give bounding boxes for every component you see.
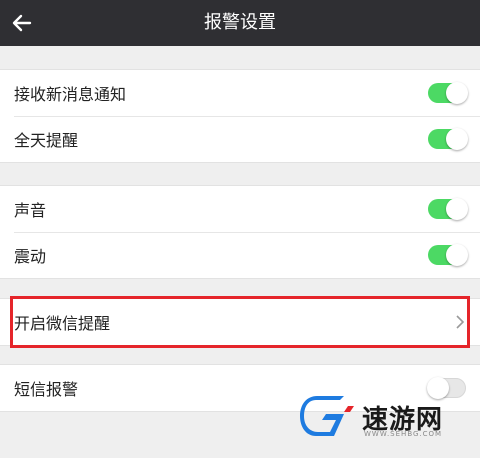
settings-group-alerts: 声音 震动 <box>0 185 480 279</box>
chevron-right-icon <box>456 315 465 329</box>
watermark-url: WWW.SEHBG.COM <box>364 430 443 438</box>
setting-label: 全天提醒 <box>14 131 79 150</box>
toggle-knob <box>446 198 468 220</box>
vibration-toggle[interactable] <box>428 244 468 266</box>
all-day-reminder-toggle[interactable] <box>428 128 468 150</box>
setting-row-wechat-reminder[interactable]: 开启微信提醒 <box>0 299 480 345</box>
top-bar: 报警设置 <box>0 0 480 46</box>
setting-label: 震动 <box>14 247 47 266</box>
setting-row-all-day-reminder[interactable]: 全天提醒 <box>0 116 480 162</box>
setting-row-vibration[interactable]: 震动 <box>0 232 480 278</box>
toggle-knob <box>446 244 468 266</box>
setting-label: 声音 <box>14 201 47 220</box>
toggle-knob <box>446 128 468 150</box>
setting-label: 开启微信提醒 <box>14 314 111 333</box>
toggle-knob <box>446 82 468 104</box>
watermark: 速游网 WWW.SEHBG.COM <box>300 392 470 442</box>
setting-row-sound[interactable]: 声音 <box>0 186 480 232</box>
settings-group-notifications: 接收新消息通知 全天提醒 <box>0 69 480 163</box>
setting-row-receive-notifications[interactable]: 接收新消息通知 <box>0 70 480 116</box>
sound-toggle[interactable] <box>428 198 468 220</box>
page-title: 报警设置 <box>204 12 276 33</box>
site-logo-icon <box>300 396 354 436</box>
settings-group-wechat: 开启微信提醒 <box>0 298 480 346</box>
receive-notifications-toggle[interactable] <box>428 82 468 104</box>
setting-label: 接收新消息通知 <box>14 85 127 104</box>
